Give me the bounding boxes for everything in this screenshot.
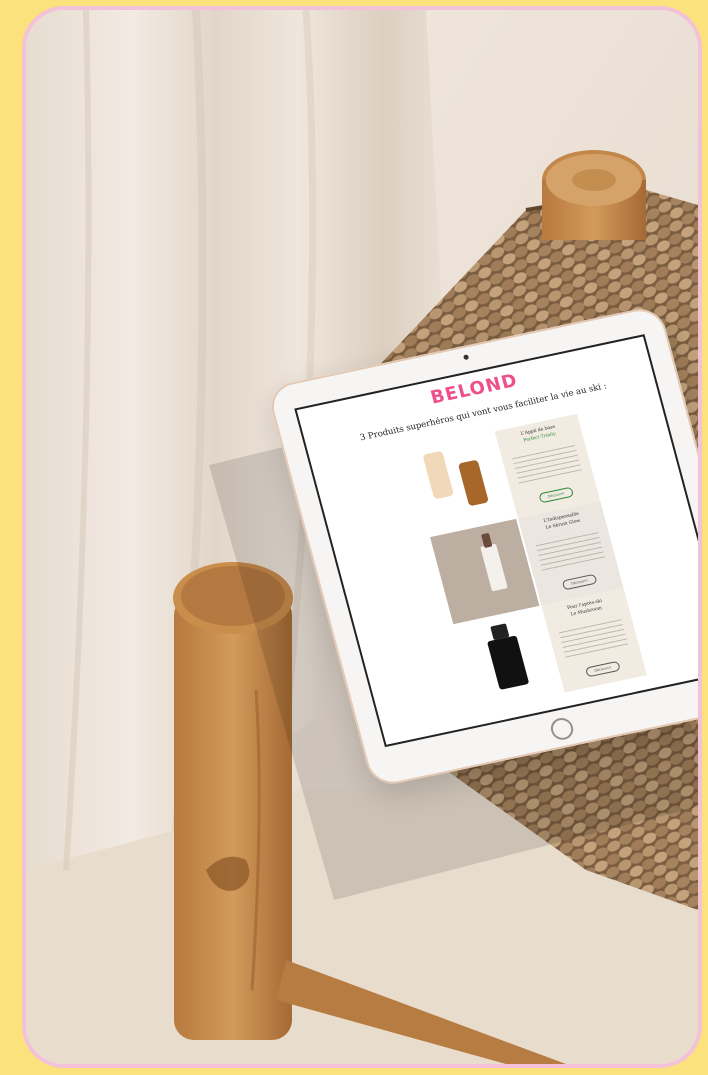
product-text-lines-1 <box>511 441 583 486</box>
serum-bottle-amber-icon <box>457 459 489 507</box>
product-text-lines-3 <box>557 615 629 660</box>
discover-button-3[interactable]: Découvrir <box>584 660 621 678</box>
photo-frame: BELOND 3 Produits superhéros qui vont vo… <box>22 6 702 1068</box>
serum-bottle-light-icon <box>422 450 454 500</box>
discover-button-2[interactable]: Découvrir <box>561 573 598 591</box>
product-text-lines-2 <box>534 528 606 573</box>
serum-bottle-icon <box>480 543 508 592</box>
discover-button-1[interactable]: Découvrir <box>538 486 575 504</box>
black-bottle-icon <box>486 635 530 690</box>
